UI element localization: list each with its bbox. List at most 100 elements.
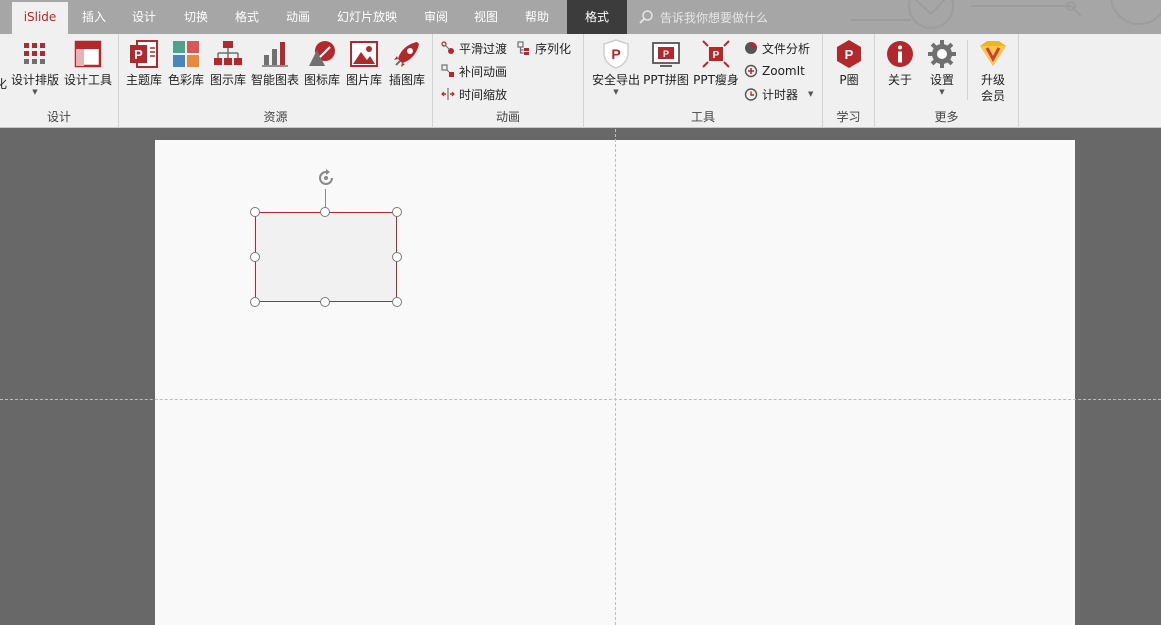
settings-button[interactable]: 设置 ▼ [925, 38, 959, 96]
resize-handle-left[interactable] [250, 252, 260, 262]
group-animation: 平滑过渡 序列化 补间动画 时间缩放 动画 [433, 34, 584, 128]
smart-chart-button[interactable]: 智能图表 [250, 38, 300, 88]
resize-handle-top-left[interactable] [250, 207, 260, 217]
picture-library-icon [350, 41, 378, 67]
file-analysis-button[interactable]: 文件分析 [744, 38, 810, 58]
chevron-down-icon: ▼ [613, 88, 619, 96]
picture-library-button[interactable]: 图片库 [345, 38, 383, 88]
ppt-slim-button[interactable]: P PPT瘦身 [692, 38, 740, 88]
group-label: 工具 [690, 110, 715, 124]
time-scale-button[interactable]: 时间缩放 [441, 84, 507, 104]
ppt-collage-button[interactable]: P PPT拼图 [642, 38, 690, 88]
smooth-transition-button[interactable]: 平滑过渡 [441, 38, 507, 58]
resize-handle-right[interactable] [392, 252, 402, 262]
group-resources: P 主题库 色彩库 图示库 智能图表 图标库 图片库 插图库 资源 [119, 34, 433, 128]
design-layout-button[interactable]: 设计排版 ▼ [10, 38, 60, 96]
ppt-collage-icon: P [652, 42, 680, 67]
ppt-slim-icon: P [702, 40, 730, 68]
tween-animation-button[interactable]: 补间动画 [441, 61, 507, 81]
selected-rectangle-shape[interactable] [255, 212, 397, 302]
button-label: PPT拼图 [643, 73, 689, 87]
theme-library-icon: P [130, 40, 158, 68]
illustration-library-button[interactable]: 插图库 [387, 38, 427, 88]
time-scale-icon [441, 88, 455, 100]
illustration-library-icon [394, 42, 419, 67]
button-label: 设计工具 [63, 73, 112, 87]
button-label: ZoomIt [762, 64, 805, 78]
horizontal-guide[interactable] [0, 399, 1161, 400]
svg-text:P: P [611, 46, 620, 62]
button-label: 图示库 [209, 73, 246, 87]
icon-library-button[interactable]: 图标库 [303, 38, 341, 88]
button-label: 文件分析 [762, 41, 811, 56]
p-circle-icon: P [837, 40, 861, 68]
search-placeholder: 告诉我你想要做什么 [660, 10, 769, 25]
button-label: 设置 [929, 73, 954, 87]
theme-library-button[interactable]: P 主题库 [125, 38, 163, 88]
timer-icon [744, 88, 758, 101]
button-label-line2: 会员 [980, 89, 1005, 103]
serialize-button[interactable]: 序列化 [517, 38, 571, 58]
svg-text:P: P [663, 49, 669, 59]
tab-slideshow[interactable]: 幻灯片放映 [330, 0, 404, 34]
tab-transitions[interactable]: 切换 [174, 0, 218, 34]
gear-icon [928, 40, 956, 68]
button-label: 化 [0, 77, 7, 91]
design-tool-icon [74, 40, 102, 68]
resize-handle-bottom[interactable] [320, 297, 330, 307]
separator [967, 40, 968, 100]
beautify-button-partial[interactable]: 化 [0, 76, 8, 92]
vertical-guide[interactable] [615, 129, 616, 625]
info-icon [887, 41, 913, 67]
tell-me-search[interactable]: 告诉我你想要做什么 [638, 0, 768, 34]
resize-handle-bottom-right[interactable] [392, 297, 402, 307]
tween-animation-icon [441, 64, 454, 77]
button-label: 主题库 [125, 73, 162, 87]
button-label: 时间缩放 [459, 87, 508, 102]
chevron-down-icon: ▼ [808, 90, 814, 98]
button-label: PPT瘦身 [693, 73, 739, 87]
button-label: 安全导出 [591, 73, 640, 87]
safe-export-button[interactable]: P 安全导出 ▼ [588, 38, 644, 96]
tab-shape-format[interactable]: 格式 [567, 0, 627, 34]
grid-layout-icon [24, 43, 45, 64]
p-circle-button[interactable]: P P圈 [831, 38, 867, 88]
tab-design[interactable]: 设计 [122, 0, 166, 34]
color-library-icon [173, 41, 199, 67]
ribbon-panel: 化 设计排版 ▼ 设计工具 设计 P 主题库 色彩库 图示库 智能图表 图标库 … [0, 34, 1161, 128]
tab-review[interactable]: 审阅 [414, 0, 458, 34]
group-more: 关于 设置 ▼ 升级 会员 更多 [875, 34, 1019, 128]
design-tools-button[interactable]: 设计工具 [62, 38, 114, 88]
tab-view[interactable]: 视图 [464, 0, 508, 34]
tab-animations[interactable]: 动画 [276, 0, 320, 34]
diagram-library-button[interactable]: 图示库 [209, 38, 247, 88]
group-design: 化 设计排版 ▼ 设计工具 设计 [0, 34, 119, 128]
zoomit-icon [744, 64, 758, 78]
button-label: 图标库 [303, 73, 340, 87]
tab-insert[interactable]: 插入 [72, 0, 116, 34]
button-label: 插图库 [388, 73, 425, 87]
upgrade-vip-button[interactable]: 升级 会员 [973, 38, 1013, 104]
button-label: 设计排版 [10, 73, 59, 87]
rotate-icon[interactable] [315, 167, 337, 189]
button-label: 关于 [887, 73, 912, 87]
vip-badge-icon [980, 41, 1006, 66]
button-label: 补间动画 [459, 64, 508, 79]
button-label: 序列化 [535, 41, 572, 56]
resize-handle-top[interactable] [320, 207, 330, 217]
button-label: 智能图表 [250, 73, 299, 87]
zoomit-button[interactable]: ZoomIt [744, 61, 805, 81]
svg-text:P: P [845, 47, 854, 62]
color-library-button[interactable]: 色彩库 [167, 38, 205, 88]
timer-button[interactable]: 计时器 ▼ [744, 84, 813, 104]
resize-handle-top-right[interactable] [392, 207, 402, 217]
group-tools: P 安全导出 ▼ P PPT拼图 P PPT瘦身 文件分析 ZoomIt 计时器… [584, 34, 823, 128]
resize-handle-bottom-left[interactable] [250, 297, 260, 307]
tab-islide[interactable]: iSlide [12, 2, 68, 34]
tab-format[interactable]: 格式 [225, 0, 269, 34]
tab-help[interactable]: 帮助 [515, 0, 559, 34]
serialize-icon [517, 41, 529, 55]
about-button[interactable]: 关于 [883, 38, 917, 88]
slide-workspace[interactable] [0, 129, 1161, 625]
svg-text:P: P [713, 50, 720, 61]
